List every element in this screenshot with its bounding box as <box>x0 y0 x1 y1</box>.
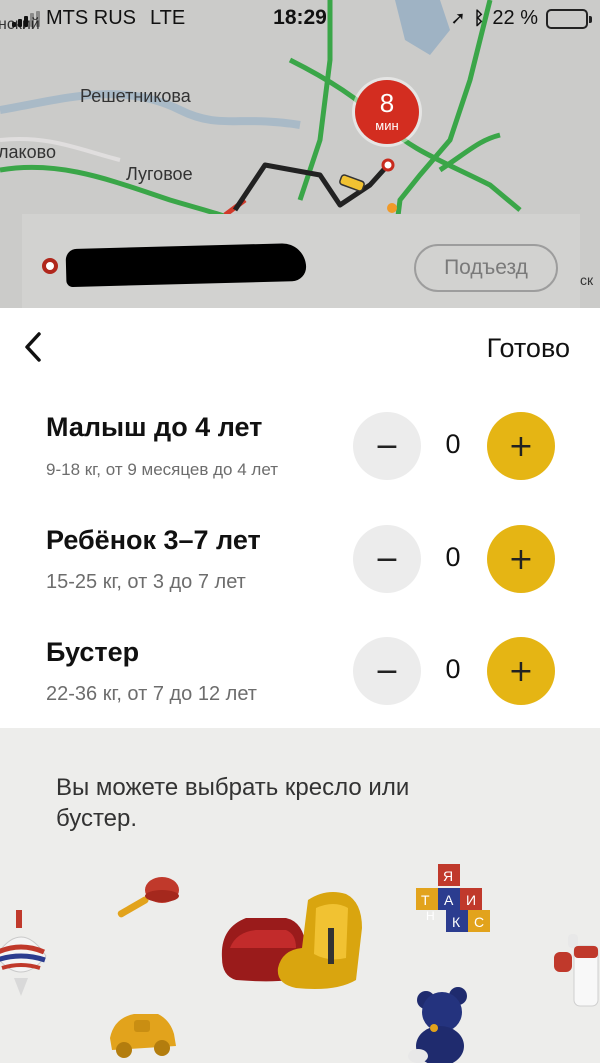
increase-button[interactable]: + <box>487 637 555 705</box>
spinning-top-illustration <box>0 910 47 996</box>
block-letter: И <box>466 892 476 908</box>
rattle-illustration <box>117 877 179 918</box>
seat-row-baby: Малыш до 4 лет 9-18 кг, от 9 месяцев до … <box>0 412 600 524</box>
back-button[interactable] <box>18 330 48 370</box>
map-view[interactable]: Решетникова лаково Луговое нский ск 8 ми… <box>0 0 600 308</box>
seat-subtitle: 9-18 кг, от 9 месяцев до 4 лет <box>46 460 278 479</box>
seat-count: 0 <box>445 542 461 572</box>
teddy-bear-illustration <box>408 987 467 1063</box>
map-label-lakovo: лаково <box>0 142 56 162</box>
block-letter: К <box>452 914 461 930</box>
seat-subtitle: 22-36 кг, от 7 до 12 лет <box>46 683 257 705</box>
car-seat-illustration <box>221 892 362 989</box>
location-arrow-icon: ➚ <box>450 8 466 29</box>
decrease-button[interactable]: − <box>353 637 421 705</box>
decrease-button[interactable]: − <box>353 412 421 480</box>
block-letter: Я <box>443 868 453 884</box>
status-bar: MTS RUS LTE 18:29 ➚ ᛒ 22 % <box>0 0 600 38</box>
map-label-reshetnikova: Решетникова <box>80 86 191 106</box>
eta-value: 8 <box>379 88 395 118</box>
eta-unit: мин <box>375 118 399 133</box>
block-letter: С <box>474 914 484 930</box>
toy-car-illustration <box>110 1014 176 1058</box>
eta-badge: 8 мин <box>355 80 419 144</box>
redacted-address <box>65 242 307 288</box>
map-label-lugovoe: Луговое <box>126 164 193 184</box>
info-panel: Вы можете выбрать кресло или бустер. Я Т… <box>0 728 600 1063</box>
seat-count: 0 <box>445 654 461 684</box>
seat-title: Малыш до 4 лет <box>46 412 263 442</box>
seat-title: Ребёнок 3–7 лет <box>46 525 261 555</box>
battery-percent: 22 % <box>492 7 538 29</box>
block-letter: Н <box>426 909 435 923</box>
alphabet-blocks-illustration: Я Т А И Н К С <box>416 864 490 932</box>
decrease-button[interactable]: − <box>353 525 421 593</box>
child-seat-sheet: Готово Малыш до 4 лет 9-18 кг, от 9 меся… <box>0 308 600 728</box>
seat-subtitle: 15-25 кг, от 3 до 7 лет <box>46 571 246 593</box>
increase-button[interactable]: + <box>487 412 555 480</box>
seat-count: 0 <box>445 429 461 459</box>
increase-button[interactable]: + <box>487 525 555 593</box>
pickup-address-panel[interactable]: Подъезд <box>22 214 580 308</box>
entrance-button[interactable]: Подъезд <box>414 244 558 292</box>
block-letter: А <box>444 892 454 908</box>
pickup-pin-icon <box>42 258 58 274</box>
baby-bottle-illustration <box>554 934 599 1007</box>
seat-row-child: Ребёнок 3–7 лет 15-25 кг, от 3 до 7 лет … <box>0 525 600 637</box>
bluetooth-icon: ᛒ <box>473 8 485 29</box>
seat-title: Бустер <box>46 637 140 667</box>
block-letter: Т <box>421 892 430 908</box>
battery-icon <box>546 8 592 29</box>
map-label-sk: ск <box>580 272 594 288</box>
chevron-left-icon <box>25 332 41 362</box>
done-button[interactable]: Готово <box>487 333 570 364</box>
info-text: Вы можете выбрать кресло или бустер. <box>56 774 410 832</box>
